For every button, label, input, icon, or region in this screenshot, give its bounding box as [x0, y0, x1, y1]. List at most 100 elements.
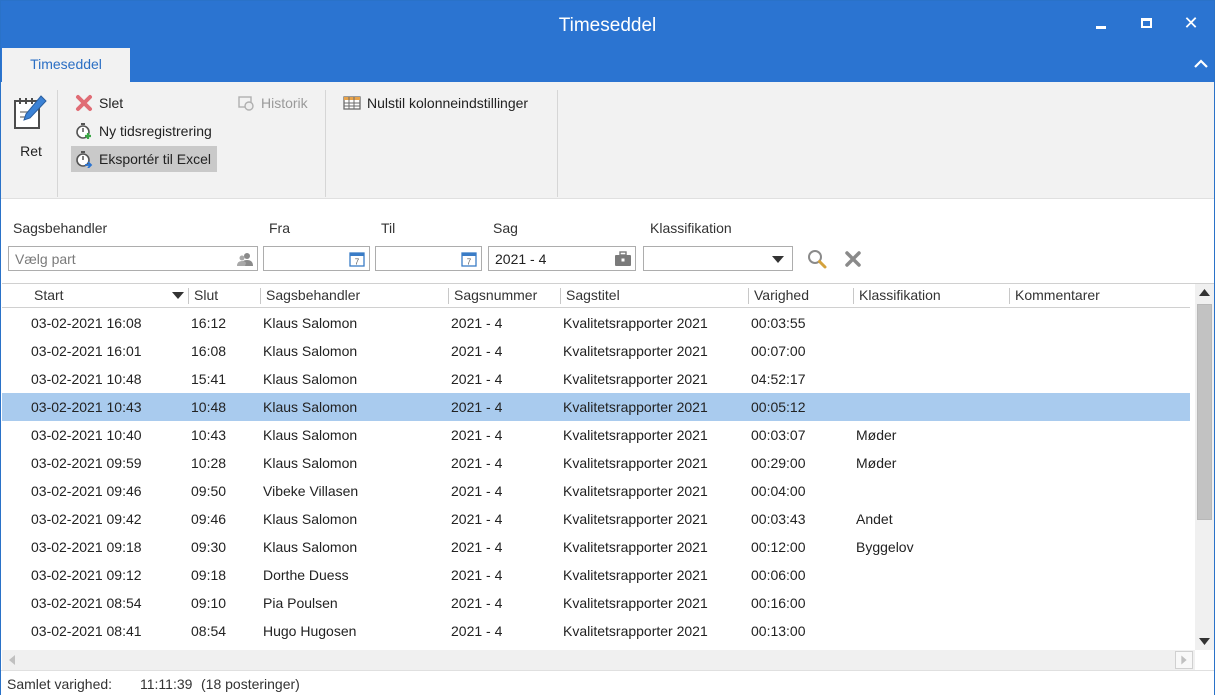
maximize-button[interactable]: [1132, 11, 1162, 39]
column-header-casetitle[interactable]: Sagstitel: [566, 284, 620, 308]
cell-classification: Andet: [856, 511, 893, 527]
table-row[interactable]: 03-02-2021 10:40 10:43 Klaus Salomon 2021 -…: [2, 421, 1190, 449]
cell-duration: 00:03:55: [751, 315, 806, 331]
maximize-icon: [1141, 18, 1152, 28]
edit-document-icon: [14, 95, 47, 129]
table-row[interactable]: 03-02-2021 16:08 16:12 Klaus Salomon 2021 -…: [2, 309, 1190, 337]
cell-caseworker: Klaus Salomon: [263, 455, 358, 471]
cell-start: 03-02-2021 16:01: [31, 343, 142, 359]
case-input[interactable]: 2021 - 4: [488, 246, 636, 271]
scroll-left-icon[interactable]: [3, 651, 21, 669]
cell-casenumber: 2021 - 4: [451, 455, 503, 471]
new-time-registration-button[interactable]: Ny tidsregistrering: [71, 118, 212, 144]
vertical-scrollbar[interactable]: [1195, 284, 1214, 650]
ret-label: Ret: [20, 143, 42, 159]
from-date-input[interactable]: 7: [263, 246, 370, 271]
cell-end: 10:48: [191, 399, 227, 415]
cell-end: 09:50: [191, 483, 227, 499]
collapse-ribbon-button[interactable]: [1191, 54, 1211, 74]
history-label: Historik: [261, 95, 308, 111]
caseworker-input[interactable]: Vælg part: [8, 246, 258, 271]
cell-duration: 04:52:17: [751, 371, 806, 387]
cell-end: 16:12: [191, 315, 227, 331]
window-title: Timeseddel: [558, 15, 657, 36]
cell-classification: Møder: [856, 427, 897, 443]
export-excel-button[interactable]: Eksportér til Excel: [71, 146, 218, 172]
minimize-button[interactable]: [1086, 11, 1116, 39]
scroll-down-icon[interactable]: [1195, 632, 1214, 650]
ret-button[interactable]: Ret: [9, 90, 53, 159]
cell-casenumber: 2021 - 4: [451, 315, 503, 331]
horizontal-scrollbar[interactable]: [2, 650, 1195, 670]
dropdown-arrow-icon: [772, 256, 784, 263]
cell-casenumber: 2021 - 4: [451, 427, 503, 443]
people-picker-icon[interactable]: [236, 250, 254, 268]
search-icon[interactable]: [806, 248, 828, 270]
cell-caseworker: Klaus Salomon: [263, 315, 358, 331]
table-row[interactable]: 03-02-2021 10:48 15:41 Klaus Salomon 2021 -…: [2, 365, 1190, 393]
table-row[interactable]: 03-02-2021 09:59 10:28 Klaus Salomon 2021 -…: [2, 449, 1190, 477]
cell-duration: 00:12:00: [751, 539, 806, 555]
scroll-right-icon[interactable]: [1175, 651, 1193, 669]
calendar-icon[interactable]: 7: [460, 250, 478, 268]
history-button[interactable]: Historik: [233, 90, 308, 116]
cell-casenumber: 2021 - 4: [451, 623, 503, 639]
sort-descending-icon: [172, 292, 184, 299]
cell-duration: 00:13:00: [751, 623, 806, 639]
cell-end: 16:08: [191, 343, 227, 359]
ribbon-separator: [325, 90, 326, 197]
table-row[interactable]: 03-02-2021 09:12 09:18 Dorthe Duess 2021 - …: [2, 561, 1190, 589]
delete-label: Slet: [99, 95, 124, 111]
cell-classification: Byggelov: [856, 539, 914, 555]
cell-classification: Møder: [856, 455, 897, 471]
cell-caseworker: Klaus Salomon: [263, 371, 358, 387]
cell-start: 03-02-2021 10:48: [31, 371, 142, 387]
cell-start: 03-02-2021 16:08: [31, 315, 142, 331]
title-bar: Timeseddel ✕: [1, 1, 1214, 48]
delete-x-icon: [76, 95, 92, 111]
table-row[interactable]: 03-02-2021 16:01 16:08 Klaus Salomon 2021 -…: [2, 337, 1190, 365]
caseworker-placeholder: Vælg part: [15, 251, 76, 267]
column-header-classification[interactable]: Klassifikation: [859, 284, 941, 308]
case-value: 2021 - 4: [495, 251, 547, 267]
ribbon-separator: [557, 90, 558, 197]
table-row[interactable]: 03-02-2021 09:46 09:50 Vibeke Villasen 2021…: [2, 477, 1190, 505]
column-header-end[interactable]: Slut: [194, 284, 218, 308]
calendar-icon[interactable]: 7: [348, 250, 366, 268]
table-row[interactable]: 03-02-2021 09:18 09:30 Klaus Salomon 2021 -…: [2, 533, 1190, 561]
table-row[interactable]: 03-02-2021 10:43 10:48 Klaus Salomon 2021 -…: [2, 393, 1190, 421]
history-icon: [238, 96, 254, 111]
tab-timeseddel[interactable]: Timeseddel: [2, 48, 130, 82]
column-header-start[interactable]: Start: [34, 284, 64, 308]
chevron-up-icon: [1194, 59, 1208, 68]
cell-casetitle: Kvalitetsrapporter 2021: [563, 483, 708, 499]
column-header-comments[interactable]: Kommentarer: [1015, 284, 1100, 308]
cell-casetitle: Kvalitetsrapporter 2021: [563, 427, 708, 443]
table-row[interactable]: 03-02-2021 08:54 09:10 Pia Poulsen 2021 - 4…: [2, 589, 1190, 617]
column-header-caseworker[interactable]: Sagsbehandler: [266, 284, 360, 308]
classification-filter-label: Klassifikation: [650, 220, 732, 236]
briefcase-icon[interactable]: [614, 250, 632, 268]
reset-columns-button[interactable]: Nulstil kolonneindstillinger: [339, 90, 528, 116]
to-date-input[interactable]: 7: [375, 246, 482, 271]
cell-casetitle: Kvalitetsrapporter 2021: [563, 623, 708, 639]
new-time-registration-label: Ny tidsregistrering: [99, 123, 212, 139]
close-button[interactable]: ✕: [1176, 13, 1206, 41]
timesheet-window: Timeseddel ✕ Timeseddel Ret Slet Ny tids…: [0, 0, 1215, 695]
scroll-up-icon[interactable]: [1195, 284, 1214, 302]
column-header-duration[interactable]: Varighed: [754, 284, 809, 308]
reset-columns-label: Nulstil kolonneindstillinger: [367, 95, 529, 111]
vertical-scroll-thumb[interactable]: [1197, 304, 1212, 520]
cell-casetitle: Kvalitetsrapporter 2021: [563, 371, 708, 387]
total-duration-label: Samlet varighed:: [7, 676, 113, 692]
classification-dropdown[interactable]: [643, 246, 793, 271]
table-row[interactable]: 03-02-2021 09:42 09:46 Klaus Salomon 2021 -…: [2, 505, 1190, 533]
cell-casetitle: Kvalitetsrapporter 2021: [563, 595, 708, 611]
clear-filter-icon[interactable]: [842, 248, 864, 270]
table-row[interactable]: 03-02-2021 08:41 08:54 Hugo Hugosen 2021 - …: [2, 617, 1190, 645]
cell-start: 03-02-2021 09:42: [31, 511, 142, 527]
column-header-casenumber[interactable]: Sagsnummer: [454, 284, 537, 308]
delete-button[interactable]: Slet: [71, 90, 123, 116]
cell-casetitle: Kvalitetsrapporter 2021: [563, 539, 708, 555]
cell-duration: 00:06:00: [751, 567, 806, 583]
